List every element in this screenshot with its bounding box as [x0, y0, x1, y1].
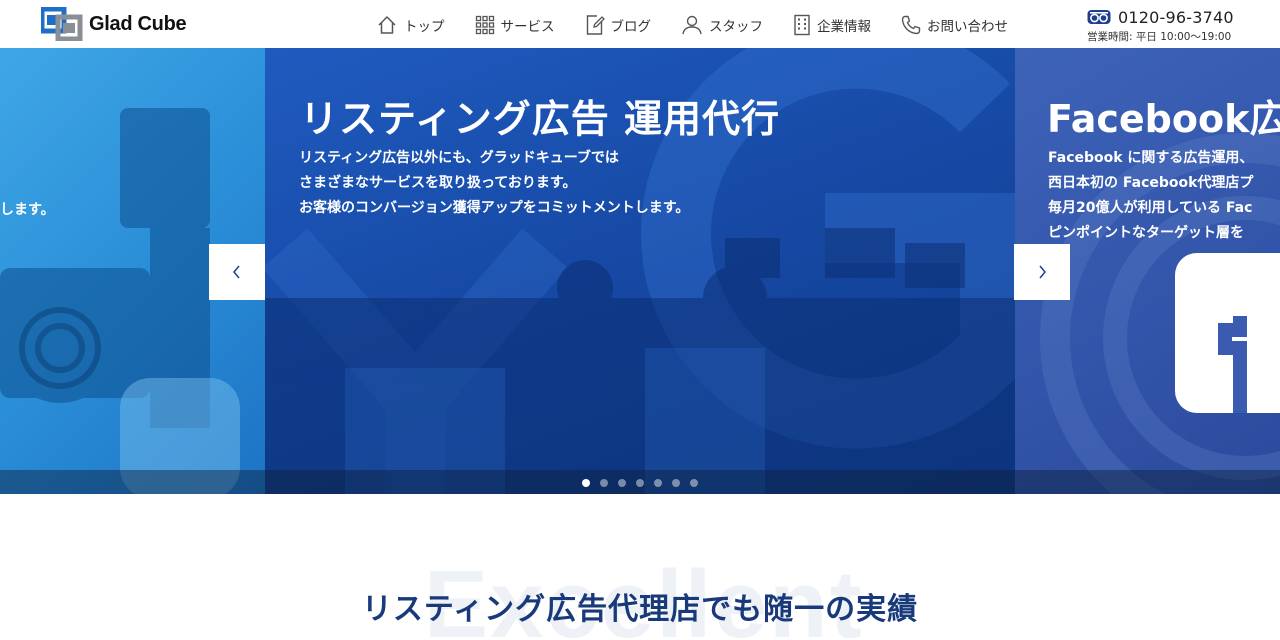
logo-text: Glad Cube [89, 12, 187, 35]
nav-item-company[interactable]: 企業情報 [793, 14, 871, 36]
section-title: リスティング広告代理店でも随一の実績 [361, 592, 919, 627]
slide-description-line: Facebook に関する広告運用、 [1048, 150, 1254, 166]
home-icon [378, 16, 396, 34]
logo[interactable]: Glad Cube [41, 7, 187, 41]
nav-label: トップ [404, 19, 445, 35]
nav-label: 企業情報 [817, 19, 871, 35]
slide-listing-ads[interactable]: リスティング広告 運用代行 リスティング広告以外にも、グラッドキューブでは さま… [265, 48, 1015, 494]
slider-prev-button[interactable] [209, 244, 265, 300]
logo-mark-icon [41, 7, 83, 41]
slide-description: リスティング広告以外にも、グラッドキューブでは さまざまなサービスを取り扱ってお… [299, 146, 689, 221]
nav-item-top[interactable]: トップ [376, 14, 445, 36]
nav-label: ブログ [610, 19, 652, 35]
slide-description-line: 西日本初の Facebook代理店プ [1048, 175, 1254, 191]
slider-next-button[interactable] [1014, 244, 1070, 300]
freedial-icon [1087, 10, 1111, 24]
grid-icon [475, 15, 494, 35]
slider-dot-6[interactable] [672, 479, 680, 487]
hero-slider: します。 リスティング広告 運用代行 リスティング広告以外にも、グラッドキューブ… [0, 48, 1280, 494]
slider-dot-3[interactable] [618, 479, 626, 487]
achievements-section: Excellent リスティング広告代理店でも随一の実績 [0, 494, 1280, 640]
phone-contact[interactable]: 0120-96-3740 営業時間: 平日 10:00〜19:00 [1087, 6, 1247, 44]
slider-dot-2[interactable] [600, 479, 608, 487]
slider-dot-5[interactable] [654, 479, 662, 487]
site-header: Glad Cube トップ サービス ブログ スタッフ 企業情報 お問い合わせ … [0, 0, 1280, 48]
nav-item-contact[interactable]: お問い合わせ [901, 15, 1008, 35]
nav-item-staff[interactable]: スタッフ [681, 15, 763, 35]
nav-label: サービス [500, 19, 555, 35]
phone-icon [901, 15, 921, 35]
building-icon [794, 14, 810, 36]
phone-number[interactable]: 0120-96-3740 [1118, 8, 1234, 27]
nav-label: お問い合わせ [927, 19, 1008, 35]
slide-title: リスティング広告 運用代行 [300, 97, 780, 141]
slide-description-line: リスティング広告以外にも、グラッドキューブでは [299, 150, 619, 166]
slide-description: Facebook に関する広告運用、 西日本初の Facebook代理店プ 毎月… [1048, 146, 1253, 246]
business-hours: 営業時間: 平日 10:00〜19:00 [1087, 31, 1232, 43]
slide-description-line: 毎月20億人が利用している Fac [1048, 200, 1253, 216]
nav-label: スタッフ [709, 19, 763, 35]
slider-dot-7[interactable] [690, 479, 698, 487]
edit-icon [586, 15, 605, 35]
slide-title: Facebook広 [1047, 97, 1280, 141]
user-icon [682, 15, 702, 35]
main-nav: トップ サービス ブログ スタッフ 企業情報 お問い合わせ [376, 12, 1008, 38]
chevron-left-icon [233, 265, 240, 279]
nav-item-blog[interactable]: ブログ [585, 14, 652, 36]
slide-description-line: ピンポイントなターゲット層を [1048, 225, 1244, 241]
slider-dot-4[interactable] [636, 479, 644, 487]
slide-description-line: さまざまなサービスを取り扱っております。 [299, 175, 577, 191]
slide-previous-text: します。 [0, 202, 55, 218]
slide-description-line: お客様のコンバージョン獲得アップをコミットメントします。 [299, 200, 690, 216]
slider-dot-1[interactable] [582, 479, 590, 487]
chevron-right-icon [1039, 265, 1046, 279]
slider-pagination [582, 479, 708, 487]
nav-item-services[interactable]: サービス [475, 15, 555, 35]
